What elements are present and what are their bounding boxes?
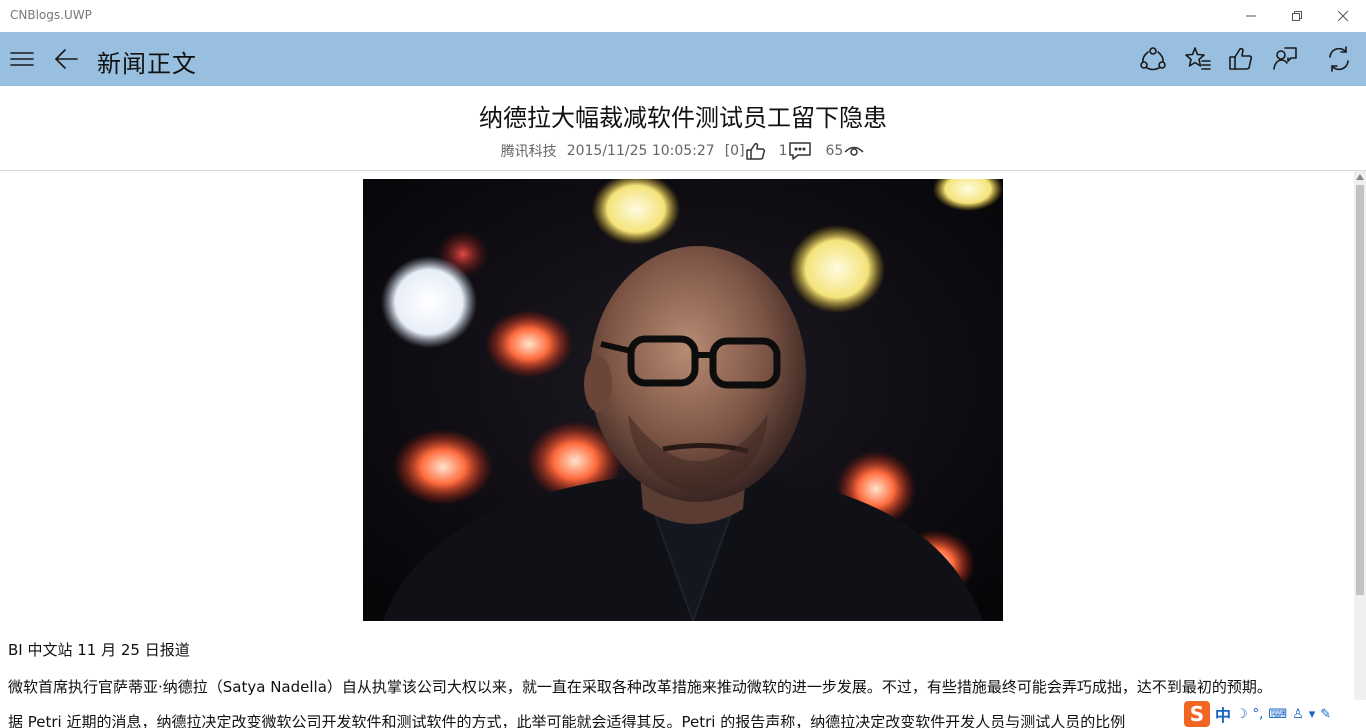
eye-icon xyxy=(844,146,864,156)
article-title: 纳德拉大幅裁减软件测试员工留下隐患 xyxy=(479,104,887,132)
refresh-icon xyxy=(1329,46,1349,72)
favorite-icon xyxy=(1185,47,1211,70)
user-icon[interactable]: ♙ xyxy=(1292,707,1304,722)
ime-toolbar[interactable]: S 中 ☽ °, ⌨ ♙ ▾ ✎ xyxy=(1180,700,1366,728)
page-title: 新闻正文 xyxy=(97,50,197,78)
like-count: [0] xyxy=(724,143,745,159)
close-icon xyxy=(1337,10,1349,22)
article-content[interactable]: BI 中文站 11 月 25 日报道 微软首席执行官萨蒂亚·纳德拉（Satya … xyxy=(0,171,1354,728)
wrench-icon[interactable]: ✎ xyxy=(1320,707,1331,722)
article-hero-image xyxy=(363,179,1003,621)
skin-icon[interactable]: ▾ xyxy=(1309,707,1316,722)
article-paragraph: 微软首席执行官萨蒂亚·纳德拉（Satya Nadella）自从执掌该公司大权以来… xyxy=(8,678,1272,696)
menu-button[interactable] xyxy=(6,44,38,74)
favorite-button[interactable] xyxy=(1181,42,1215,76)
article-source: 腾讯科技 xyxy=(500,144,557,160)
window-titlebar: CNBlogs.UWP xyxy=(0,0,1366,32)
share-button[interactable] xyxy=(1136,42,1170,76)
sogou-logo-icon[interactable]: S xyxy=(1184,701,1210,727)
keyboard-icon[interactable]: ⌨ xyxy=(1268,707,1287,722)
restore-button[interactable] xyxy=(1274,0,1320,32)
close-button[interactable] xyxy=(1320,0,1366,32)
minimize-button[interactable] xyxy=(1228,0,1274,32)
app-header: 新闻正文 xyxy=(0,32,1366,86)
thumbs-up-icon[interactable] xyxy=(745,141,767,161)
share-icon xyxy=(1140,47,1166,71)
like-button[interactable] xyxy=(1224,42,1258,76)
back-button[interactable] xyxy=(50,44,82,74)
view-count: 65 xyxy=(825,143,844,159)
punctuation-icon[interactable]: °, xyxy=(1253,707,1264,722)
article-header: 纳德拉大幅裁减软件测试员工留下隐患 腾讯科技 2015/11/25 10:05:… xyxy=(0,86,1366,171)
menu-icon xyxy=(10,52,34,66)
like-icon xyxy=(1229,47,1253,70)
minimize-icon xyxy=(1246,15,1256,17)
scroll-up-button[interactable] xyxy=(1354,171,1366,183)
vertical-scrollbar[interactable] xyxy=(1354,171,1366,728)
window-title: CNBlogs.UWP xyxy=(10,8,92,22)
article-paragraph: 据 Petri 近期的消息，纳德拉决定改变微软公司开发软件和测试软件的方式，此举… xyxy=(8,713,1126,728)
scrollbar-thumb[interactable] xyxy=(1356,185,1364,595)
refresh-button[interactable] xyxy=(1322,42,1356,76)
comment-icon xyxy=(1273,47,1297,70)
comment-bubble-icon[interactable] xyxy=(787,141,813,161)
article-meta: 腾讯科技 2015/11/25 10:05:27 [0] 1 65 xyxy=(0,141,1366,161)
restore-icon xyxy=(1292,11,1302,21)
comment-count: 1 xyxy=(778,143,788,159)
comment-button[interactable] xyxy=(1268,42,1302,76)
article-datetime: 2015/11/25 10:05:27 xyxy=(566,143,715,159)
chevron-up-icon xyxy=(1356,174,1364,180)
moon-icon[interactable]: ☽ xyxy=(1236,707,1248,722)
ime-mode-label[interactable]: 中 xyxy=(1215,702,1231,726)
article-paragraph: BI 中文站 11 月 25 日报道 xyxy=(8,641,190,659)
back-arrow-icon xyxy=(55,49,78,69)
portrait-photo xyxy=(363,179,1003,621)
